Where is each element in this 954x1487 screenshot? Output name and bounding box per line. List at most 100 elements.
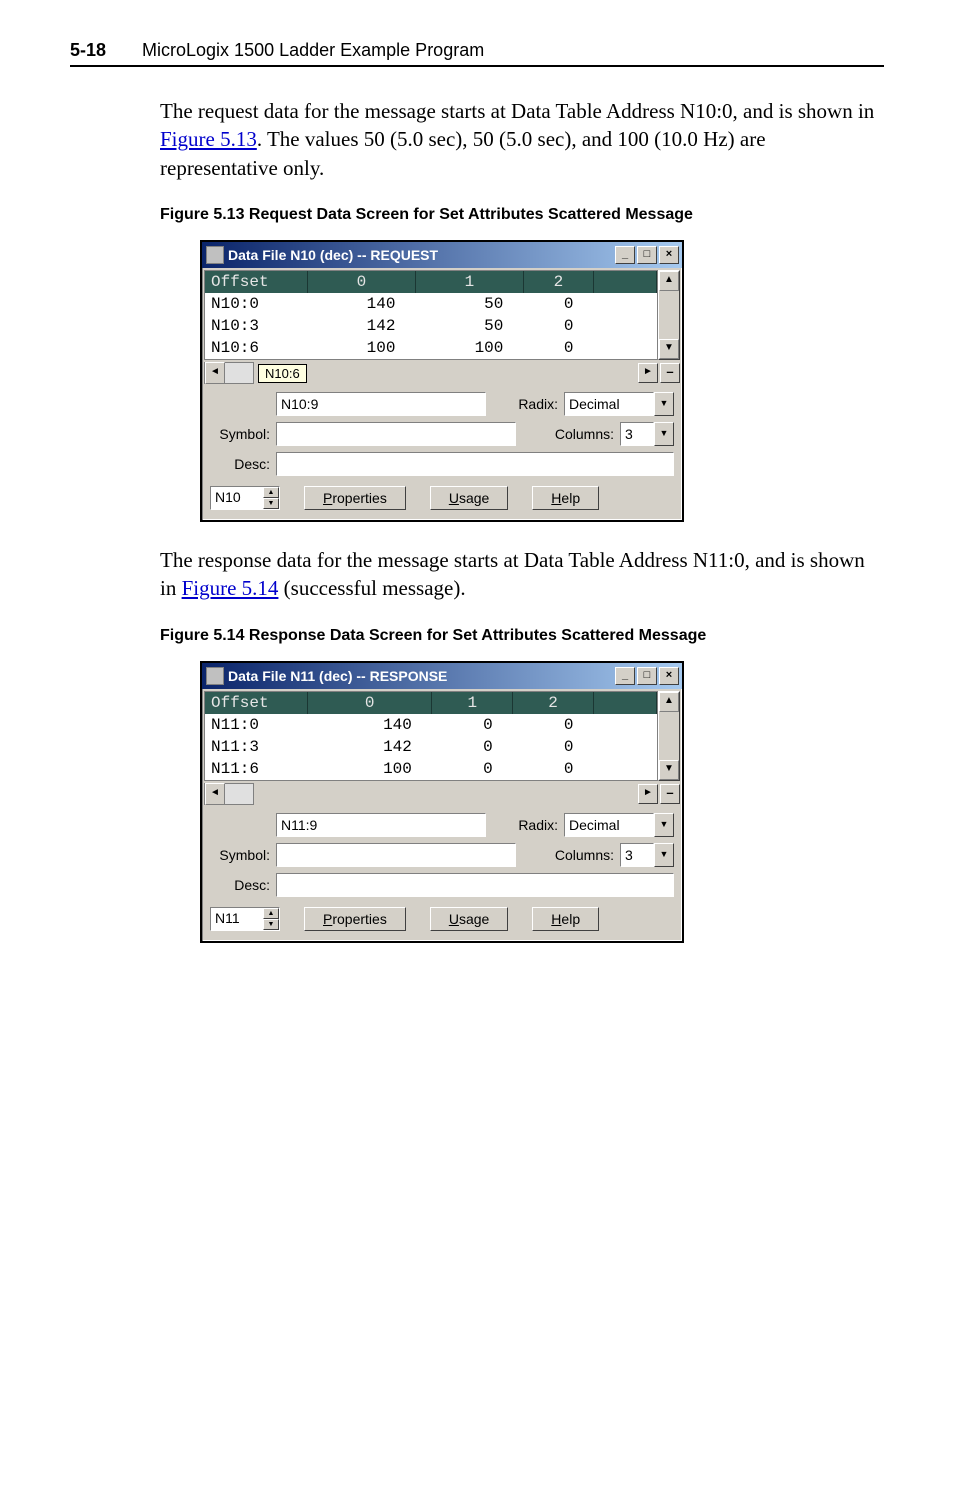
symbol-label: Symbol:	[210, 847, 270, 863]
col-blank	[594, 692, 657, 714]
help-label: elp	[561, 490, 580, 506]
minimize-button[interactable]: _	[615, 667, 635, 685]
grid-row[interactable]: N11:3 142 0 0	[205, 736, 657, 758]
grid-row[interactable]: N10:6 100 100 0	[205, 337, 657, 359]
collapse-button[interactable]: –	[660, 784, 680, 804]
cell: 142	[308, 736, 432, 758]
grid-row[interactable]: N11:6 100 0 0	[205, 758, 657, 780]
window-title: Data File N10 (dec) -- REQUEST	[228, 247, 615, 263]
scroll-up-icon[interactable]: ▲	[659, 271, 679, 291]
close-button[interactable]: ×	[659, 246, 679, 264]
file-spinner[interactable]: N10 ▲ ▼	[210, 486, 280, 510]
columns-dropdown[interactable]: 3 ▼	[620, 422, 674, 446]
cell: 0	[432, 736, 513, 758]
file-spinner[interactable]: N11 ▲ ▼	[210, 907, 280, 931]
chevron-down-icon[interactable]: ▼	[654, 843, 674, 867]
radix-dropdown[interactable]: Decimal ▼	[564, 813, 674, 837]
paragraph1-pre: The request data for the message starts …	[160, 99, 874, 123]
usage-label: sage	[459, 490, 489, 506]
scroll-down-icon[interactable]: ▼	[659, 339, 679, 359]
page-header: 5-18 MicroLogix 1500 Ladder Example Prog…	[70, 40, 884, 67]
desc-label: Desc:	[210, 456, 270, 472]
horizontal-scrollbar[interactable]: ◄	[204, 362, 254, 384]
col-1: 1	[415, 271, 523, 293]
symbol-input[interactable]	[276, 422, 516, 446]
vertical-scrollbar[interactable]: ▲ ▼	[658, 691, 680, 781]
col-0: 0	[308, 692, 432, 714]
cell: 100	[308, 758, 432, 780]
col-offset: Offset	[205, 692, 308, 714]
scroll-left-icon[interactable]: ◄	[205, 783, 225, 805]
col-offset: Offset	[205, 271, 308, 293]
cell: 0	[523, 337, 593, 359]
chevron-down-icon[interactable]: ▼	[654, 813, 674, 837]
symbol-input[interactable]	[276, 843, 516, 867]
scroll-right-icon[interactable]: ►	[638, 784, 658, 804]
chevron-down-icon[interactable]: ▼	[654, 422, 674, 446]
minimize-button[interactable]: _	[615, 246, 635, 264]
cell: 0	[523, 315, 593, 337]
cell-offset: N10:0	[205, 293, 308, 315]
col-blank	[594, 271, 657, 293]
usage-button[interactable]: Usage	[430, 907, 508, 931]
close-button[interactable]: ×	[659, 667, 679, 685]
radix-label: Radix:	[518, 817, 558, 833]
grid-row[interactable]: N11:0 140 0 0	[205, 714, 657, 736]
help-button[interactable]: Help	[532, 486, 599, 510]
address-input[interactable]: N10:9	[276, 392, 486, 416]
grid-header-row: Offset 0 1 2	[205, 271, 657, 293]
scroll-up-icon[interactable]: ▲	[659, 692, 679, 712]
cell: 140	[308, 714, 432, 736]
cell: 50	[415, 315, 523, 337]
grid-row[interactable]: N10:0 140 50 0	[205, 293, 657, 315]
figure-caption-513: Figure 5.13 Request Data Screen for Set …	[160, 206, 884, 224]
paragraph2-post: (successful message).	[278, 576, 465, 600]
cell: 142	[308, 315, 416, 337]
file-icon	[206, 667, 224, 685]
data-grid: Offset 0 1 2 N10:0 140 50 0 N10:3	[204, 270, 658, 360]
cell-offset: N11:6	[205, 758, 308, 780]
desc-input[interactable]	[276, 873, 674, 897]
properties-button[interactable]: Properties	[304, 907, 406, 931]
titlebar: Data File N11 (dec) -- RESPONSE _ □ ×	[202, 663, 682, 689]
cell: 0	[513, 736, 594, 758]
address-input[interactable]: N11:9	[276, 813, 486, 837]
chevron-down-icon[interactable]: ▼	[654, 392, 674, 416]
cell: 0	[432, 758, 513, 780]
grid-row[interactable]: N10:3 142 50 0	[205, 315, 657, 337]
paragraph-intro: The request data for the message starts …	[160, 97, 884, 182]
data-grid: Offset 0 1 2 N11:0 140 0 0 N11:3	[204, 691, 658, 781]
scroll-down-icon[interactable]: ▼	[659, 760, 679, 780]
columns-label: Columns:	[555, 847, 614, 863]
usage-button[interactable]: Usage	[430, 486, 508, 510]
cell: 140	[308, 293, 416, 315]
maximize-button[interactable]: □	[637, 667, 657, 685]
spin-up-icon[interactable]: ▲	[263, 487, 279, 498]
scroll-right-icon[interactable]: ►	[638, 363, 658, 383]
titlebar: Data File N10 (dec) -- REQUEST _ □ ×	[202, 242, 682, 268]
file-icon	[206, 246, 224, 264]
columns-label: Columns:	[555, 426, 614, 442]
properties-button[interactable]: Properties	[304, 486, 406, 510]
columns-dropdown[interactable]: 3 ▼	[620, 843, 674, 867]
cell: 0	[432, 714, 513, 736]
cell: 100	[308, 337, 416, 359]
desc-label: Desc:	[210, 877, 270, 893]
figure-link-514[interactable]: Figure 5.14	[182, 576, 279, 600]
radix-label: Radix:	[518, 396, 558, 412]
desc-input[interactable]	[276, 452, 674, 476]
cell-tooltip: N10:6	[258, 364, 307, 383]
vertical-scrollbar[interactable]: ▲ ▼	[658, 270, 680, 360]
maximize-button[interactable]: □	[637, 246, 657, 264]
spin-down-icon[interactable]: ▼	[263, 919, 279, 930]
help-label: elp	[561, 911, 580, 927]
radix-dropdown[interactable]: Decimal ▼	[564, 392, 674, 416]
horizontal-scrollbar[interactable]: ◄	[204, 783, 254, 805]
figure-link-513[interactable]: Figure 5.13	[160, 127, 257, 151]
spin-down-icon[interactable]: ▼	[263, 498, 279, 509]
scroll-left-icon[interactable]: ◄	[205, 362, 225, 384]
cell: 0	[523, 293, 593, 315]
help-button[interactable]: Help	[532, 907, 599, 931]
collapse-button[interactable]: –	[660, 363, 680, 383]
spin-up-icon[interactable]: ▲	[263, 908, 279, 919]
